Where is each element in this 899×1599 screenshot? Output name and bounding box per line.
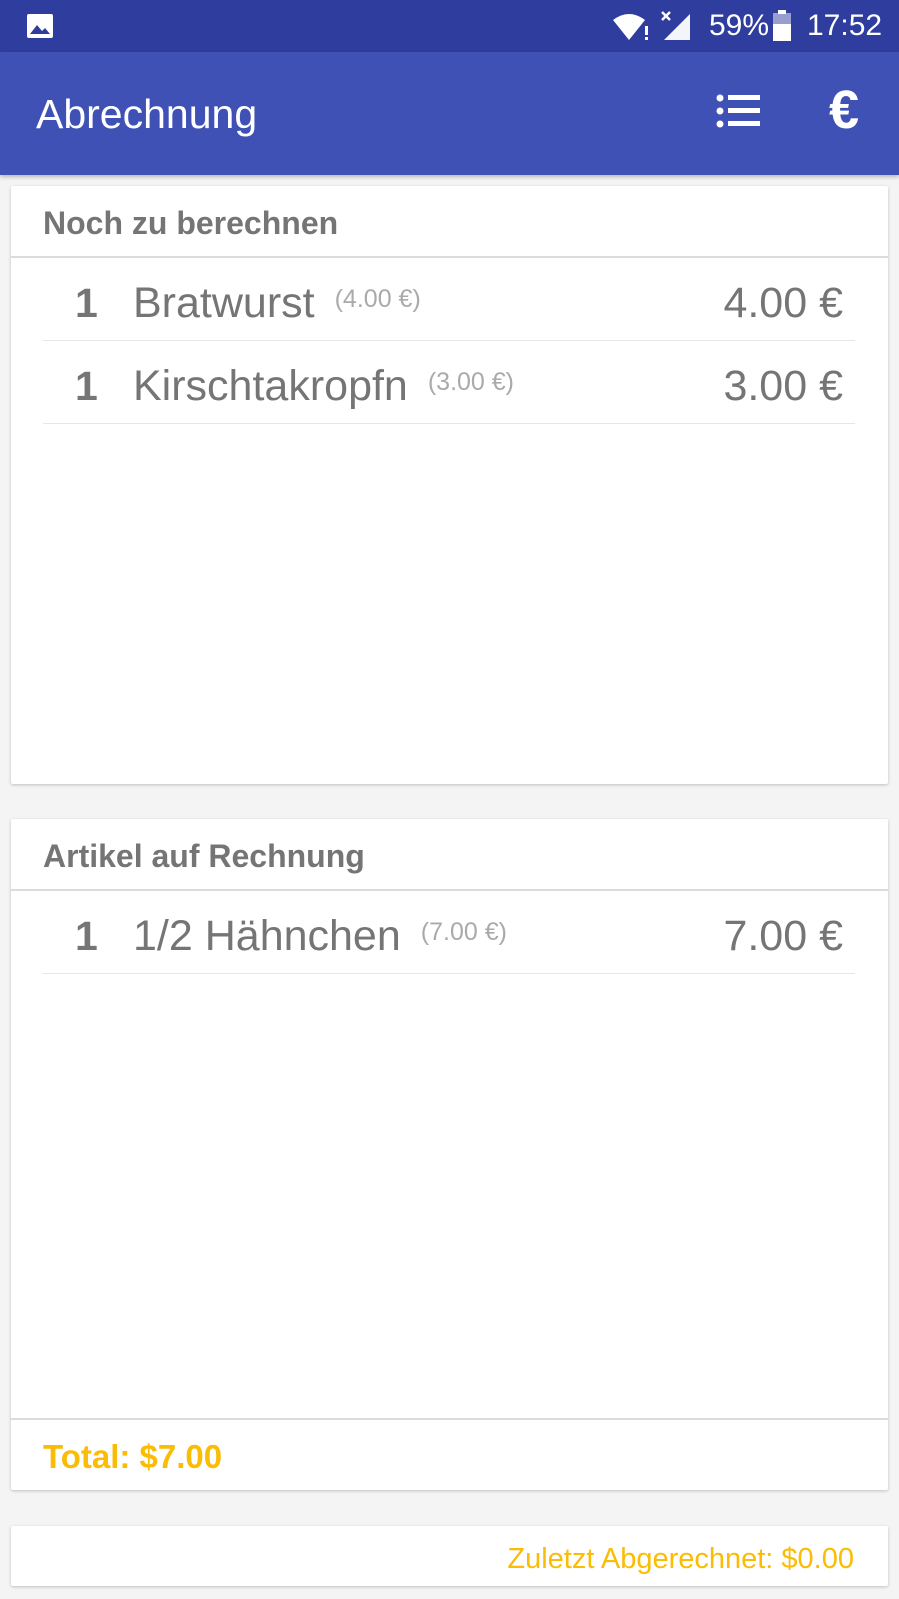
invoice-total: Total: $7.00	[43, 1438, 223, 1475]
battery-percent: 59%	[709, 9, 770, 42]
item-name: Kirschtakropfn	[133, 362, 408, 410]
item-quantity: 1	[75, 363, 98, 409]
euro-icon[interactable]: €	[818, 80, 870, 140]
item-total: 3.00 €	[723, 362, 843, 410]
item-unit-price: (3.00 €)	[427, 368, 515, 396]
list-item[interactable]: 1 Kirschtakropfn (3.00 €) 3.00 €	[43, 341, 855, 424]
page-title: Abrechnung	[36, 91, 258, 137]
battery-icon	[773, 10, 791, 41]
wifi-icon	[613, 14, 648, 40]
status-bar: 59% 17:52	[0, 0, 899, 52]
item-quantity: 1	[75, 280, 98, 326]
item-total: 4.00 €	[723, 279, 843, 327]
divider	[11, 1418, 888, 1420]
signal-icon	[661, 11, 690, 40]
invoice-header: Artikel auf Rechnung	[43, 838, 365, 874]
gallery-icon	[27, 14, 53, 38]
item-unit-price: (4.00 €)	[334, 285, 421, 313]
invoice-card: Artikel auf Rechnung 1 1/2 Hähnchen (7.00…	[11, 819, 888, 1490]
list-icon[interactable]	[716, 92, 762, 132]
pending-header: Noch zu berechnen	[43, 205, 339, 241]
list-item[interactable]: 1 1/2 Hähnchen (7.00 €) 7.00 €	[43, 891, 855, 974]
item-unit-price: (7.00 €)	[420, 918, 507, 946]
list-item[interactable]: 1 Bratwurst (4.00 €) 4.00 €	[43, 258, 855, 341]
item-name: Bratwurst	[133, 279, 315, 327]
last-settled-label[interactable]: Zuletzt Abgerechnet: $0.00	[507, 1541, 854, 1577]
footer-card: Zuletzt Abgerechnet: $0.00	[11, 1526, 888, 1586]
item-quantity: 1	[75, 913, 98, 959]
clock: 17:52	[807, 9, 883, 42]
pending-card: Noch zu berechnen 1 Bratwurst (4.00 €) 4.…	[11, 186, 888, 784]
item-name: 1/2 Hähnchen	[133, 912, 401, 960]
item-total: 7.00 €	[723, 912, 843, 960]
app-bar: Abrechnung €	[0, 52, 899, 175]
